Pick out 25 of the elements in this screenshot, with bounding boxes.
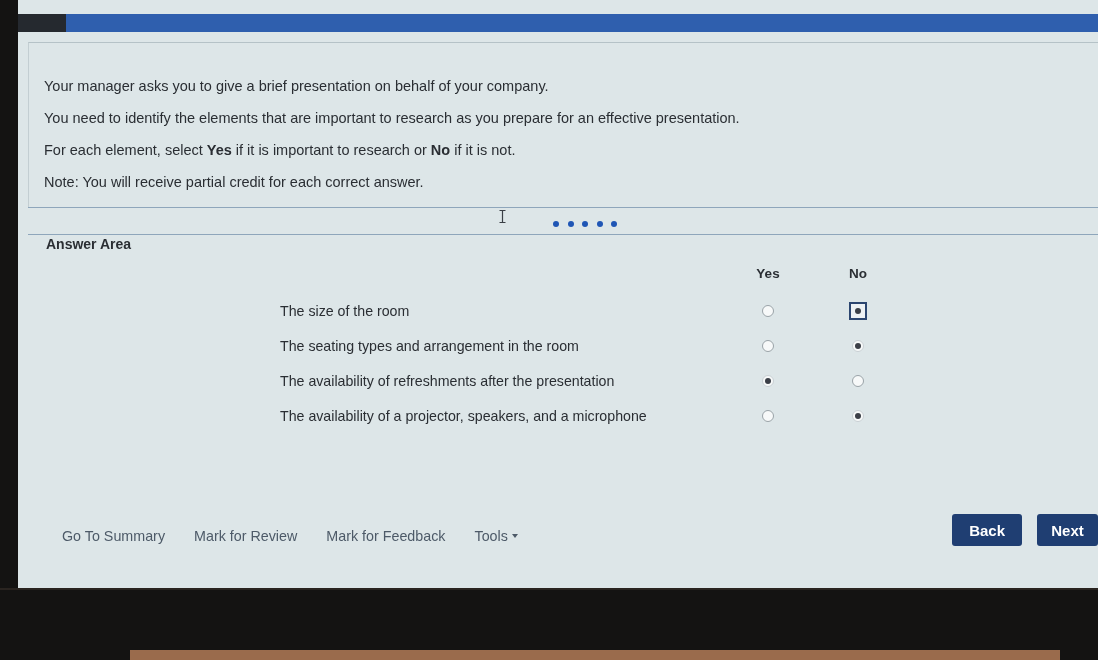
radio-button[interactable] bbox=[852, 374, 864, 387]
instruction-text: You need to identify the elements that are important to research as you prepare for an effective presentation. bbox=[44, 109, 741, 128]
instruction-text: Note: You will receive partial credit for each correct answer. bbox=[44, 173, 425, 192]
caret-icon bbox=[511, 534, 518, 538]
column-header: No bbox=[849, 265, 867, 281]
statement-text: The size of the room bbox=[280, 302, 411, 319]
splitter-handle[interactable] bbox=[553, 221, 617, 227]
radio-button[interactable] bbox=[762, 304, 774, 317]
footer-link[interactable]: Go To Summary bbox=[62, 528, 166, 544]
statement-text: The availability of a projector, speakers, and a microphone bbox=[280, 407, 648, 424]
footer-link[interactable]: Tools bbox=[474, 528, 518, 544]
radio-button[interactable] bbox=[849, 301, 867, 320]
radio-button[interactable] bbox=[762, 409, 774, 422]
statement-text: The seating types and arrangement in the room bbox=[280, 337, 580, 354]
statement-text: The availability of refreshments after the presentation bbox=[280, 372, 616, 389]
footer-link[interactable]: Mark for Feedback bbox=[326, 528, 446, 544]
column-header: Yes bbox=[756, 265, 780, 281]
text-cursor-icon bbox=[499, 210, 506, 223]
radio-button[interactable] bbox=[762, 339, 774, 352]
answer-area-title: Answer Area bbox=[46, 235, 132, 253]
nav-button[interactable]: Next bbox=[1037, 514, 1098, 546]
nav-button[interactable]: Back bbox=[952, 514, 1022, 546]
instruction-text: For each element, select Yes if it is important to research or No if it is not. bbox=[44, 141, 517, 160]
footer-link[interactable]: Mark for Review bbox=[194, 528, 298, 544]
instruction-text: Your manager asks you to give a brief presentation on behalf of your company. bbox=[44, 77, 550, 96]
